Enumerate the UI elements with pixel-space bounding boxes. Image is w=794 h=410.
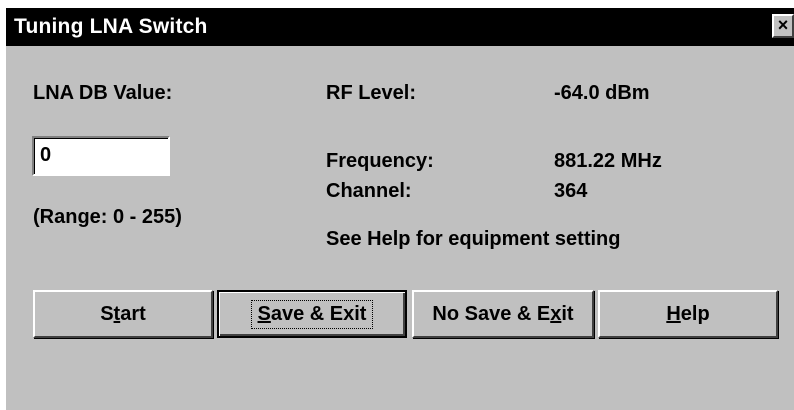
save-exit-button[interactable]: Save & Exit: [217, 290, 407, 338]
help-button-label: Help: [666, 302, 710, 325]
lna-db-value-label: LNA DB Value:: [33, 82, 173, 104]
save-exit-button-label: Save & Exit: [250, 299, 374, 329]
window-title: Tuning LNA Switch: [14, 15, 208, 38]
lna-db-value-text: 0: [40, 144, 52, 166]
no-save-exit-button[interactable]: No Save & Exit: [412, 290, 594, 338]
start-button-label: Start: [100, 302, 146, 325]
tuning-lna-switch-dialog: Tuning LNA Switch × LNA DB Value: 0 (Ran…: [6, 8, 794, 410]
lna-db-value-input[interactable]: 0: [32, 136, 170, 176]
title-bar[interactable]: Tuning LNA Switch ×: [6, 8, 794, 46]
start-button[interactable]: Start: [33, 290, 213, 338]
help-note: See Help for equipment setting: [326, 228, 621, 250]
rf-level-label: RF Level:: [326, 82, 417, 104]
frequency-value: 881.22 MHz: [554, 150, 662, 172]
no-save-exit-button-label: No Save & Exit: [432, 302, 574, 325]
close-button[interactable]: ×: [772, 14, 794, 38]
range-hint: (Range: 0 - 255): [33, 206, 182, 228]
channel-label: Channel:: [326, 180, 412, 202]
channel-value: 364: [554, 180, 588, 202]
close-icon: ×: [777, 15, 789, 35]
rf-level-value: -64.0 dBm: [554, 82, 650, 104]
help-button[interactable]: Help: [598, 290, 778, 338]
frequency-label: Frequency:: [326, 150, 434, 172]
